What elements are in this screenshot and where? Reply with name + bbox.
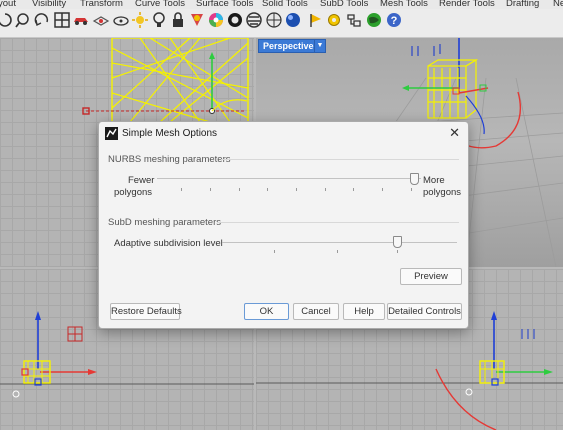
slider-tick [267, 188, 268, 191]
tab-visibility[interactable]: Visibility [32, 0, 66, 8]
four-viewports-icon[interactable] [53, 11, 71, 29]
fewer-label: Fewer [128, 175, 155, 186]
lightbulb-icon[interactable] [150, 11, 168, 29]
help-button[interactable]: Help [343, 303, 385, 320]
tab-surface-tools[interactable]: Surface Tools [196, 0, 253, 8]
plane-icon[interactable] [112, 11, 130, 29]
slider-tick [210, 188, 211, 191]
slider-tick [337, 250, 338, 253]
tab-drafting[interactable]: Drafting [506, 0, 539, 8]
ok-button[interactable]: OK [244, 303, 289, 320]
tab-mesh-tools[interactable]: Mesh Tools [380, 0, 428, 8]
globe-icon[interactable] [365, 11, 383, 29]
flag-icon[interactable] [307, 11, 325, 29]
tab-layout[interactable]: yout [0, 0, 16, 8]
restore-defaults-button[interactable]: Restore Defaults [110, 303, 182, 320]
tab-render-tools[interactable]: Render Tools [439, 0, 495, 8]
fewer-polygons-label: polygons [114, 187, 153, 198]
nurbs-density-slider-thumb[interactable] [410, 173, 419, 185]
car-icon[interactable] [72, 11, 90, 29]
gumball-icon[interactable] [92, 11, 110, 29]
help-icon[interactable]: ? [385, 11, 403, 29]
tab-subd-tools[interactable]: SubD Tools [320, 0, 368, 8]
slider-tick [411, 188, 412, 191]
slider-tick [325, 188, 326, 191]
cancel-button[interactable]: Cancel [293, 303, 339, 320]
nurbs-density-slider-track[interactable] [157, 178, 421, 179]
render-sphere-icon[interactable] [226, 11, 244, 29]
slider-tick [296, 188, 297, 191]
command-toolbar: ? [0, 9, 563, 38]
dialog-title: Simple Mesh Options [122, 128, 218, 139]
subd-section-divider [217, 222, 459, 223]
undo-icon[interactable] [0, 11, 14, 29]
detailed-controls-button[interactable]: Detailed Controls [387, 303, 462, 320]
tab-curve-tools[interactable]: Curve Tools [135, 0, 185, 8]
subd-level-slider-track[interactable] [222, 242, 457, 243]
ribbon-tab-bar: yout Visibility Transform Curve Tools Su… [0, 0, 563, 9]
slider-tick [353, 188, 354, 191]
sun-icon[interactable] [131, 11, 149, 29]
tab-transform[interactable]: Transform [80, 0, 123, 8]
tab-overflow[interactable]: Ne [553, 0, 563, 8]
environment-icon[interactable] [265, 11, 283, 29]
subd-section-label: SubD meshing parameters [108, 217, 221, 228]
more-polygons-label: polygons [423, 187, 462, 198]
simple-mesh-options-dialog: Simple Mesh Options ✕ NURBS meshing para… [98, 121, 469, 329]
nurbs-section-label: NURBS meshing parameters [108, 154, 231, 165]
close-icon[interactable]: ✕ [449, 125, 460, 141]
sphere-icon[interactable] [284, 11, 302, 29]
rhino-app-icon [105, 127, 118, 140]
slider-tick [397, 250, 398, 253]
slider-tick [239, 188, 240, 191]
slider-tick [274, 250, 275, 253]
preview-button[interactable]: Preview [400, 268, 462, 285]
subd-level-slider-thumb[interactable] [393, 236, 402, 248]
adaptive-subdivision-label: Adaptive subdivision level [114, 238, 223, 249]
slider-tick [382, 188, 383, 191]
slider-tick [181, 188, 182, 191]
nurbs-section-divider [221, 159, 459, 160]
materials-icon[interactable] [188, 11, 206, 29]
rotate-view-icon[interactable] [33, 11, 51, 29]
svg-text:?: ? [391, 15, 398, 27]
tab-solid-tools[interactable]: Solid Tools [262, 0, 308, 8]
more-label: More [423, 175, 445, 186]
viewport-menu-arrow-icon[interactable]: ▼ [314, 39, 326, 53]
viewport-label[interactable]: Perspective [258, 39, 319, 53]
gear-icon[interactable] [325, 11, 343, 29]
layout-icon[interactable] [345, 11, 363, 29]
pan-icon[interactable] [14, 11, 32, 29]
lock-icon[interactable] [169, 11, 187, 29]
color-wheel-icon[interactable] [207, 11, 225, 29]
zebra-icon[interactable] [245, 11, 263, 29]
